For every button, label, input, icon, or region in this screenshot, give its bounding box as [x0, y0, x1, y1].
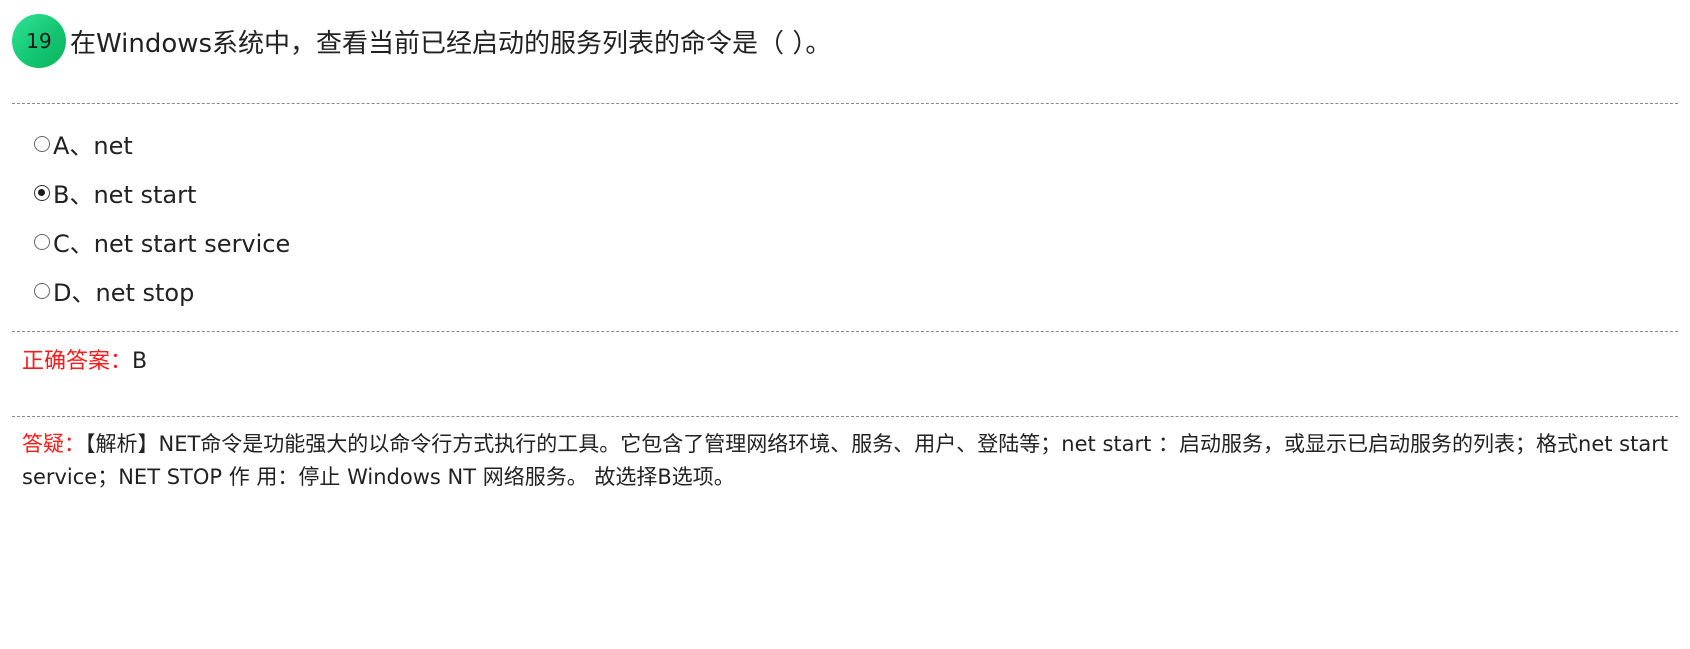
option-a-label: A、net — [53, 132, 133, 160]
options-list: A、net B、net start C、net start service D、… — [34, 119, 290, 315]
option-c[interactable]: C、net start service — [34, 217, 290, 266]
option-a[interactable]: A、net — [34, 119, 290, 168]
option-d[interactable]: D、net stop — [34, 266, 290, 315]
option-c-radio[interactable] — [34, 233, 50, 250]
option-a-radio[interactable] — [34, 135, 50, 152]
divider-bottom — [12, 416, 1678, 417]
option-b-label: B、net start — [53, 181, 197, 209]
correct-answer-value: B — [132, 349, 148, 374]
divider-middle — [12, 331, 1678, 332]
analysis-text: 【解析】NET命令是功能强大的以命令行方式执行的工具。它包含了管理网络环境、服务… — [22, 432, 1669, 489]
question-header: 19 在Windows系统中，查看当前已经启动的服务列表的命令是（ ）。 — [12, 14, 831, 68]
option-c-label: C、net start service — [53, 230, 291, 258]
analysis-label: 答疑： — [22, 432, 85, 456]
divider-top — [12, 103, 1678, 104]
option-b-radio[interactable] — [34, 184, 50, 201]
option-d-radio[interactable] — [34, 282, 50, 299]
option-d-label: D、net stop — [53, 279, 195, 307]
question-page: 19 在Windows系统中，查看当前已经启动的服务列表的命令是（ ）。 A、n… — [12, 0, 1678, 649]
analysis-section: 答疑：【解析】NET命令是功能强大的以命令行方式执行的工具。它包含了管理网络环境… — [22, 428, 1678, 494]
correct-answer-label: 正确答案： — [22, 349, 133, 374]
option-b[interactable]: B、net start — [34, 168, 290, 217]
question-text: 在Windows系统中，查看当前已经启动的服务列表的命令是（ ）。 — [70, 28, 832, 59]
correct-answer: 正确答案：B — [22, 343, 147, 375]
question-number-badge: 19 — [12, 14, 66, 68]
